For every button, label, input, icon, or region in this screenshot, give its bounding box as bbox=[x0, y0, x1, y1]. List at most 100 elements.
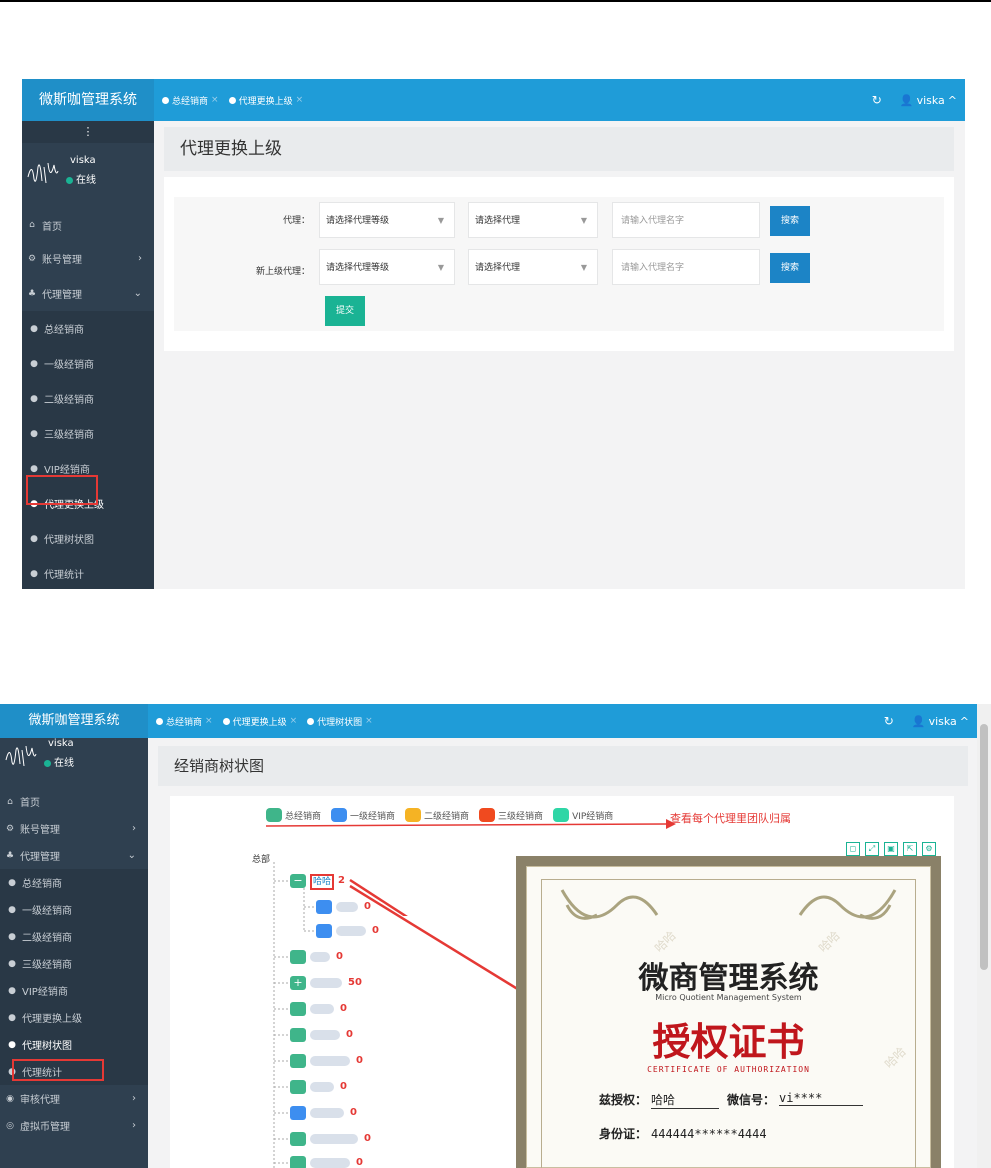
sidebar-item[interactable]: ● 二级经销商 bbox=[22, 381, 154, 416]
tab-label: 代理树状图 bbox=[317, 717, 363, 728]
redacted-name bbox=[310, 1030, 340, 1040]
sidebar-item[interactable]: ♣ 代理管理 ⌄ bbox=[22, 276, 154, 311]
superior-level-select[interactable]: 请选择代理等级 ▼ bbox=[319, 249, 455, 285]
redacted-name bbox=[310, 1158, 350, 1168]
refresh-icon[interactable]: ↻ bbox=[884, 714, 894, 728]
agent-level-select[interactable]: 请选择代理等级 ▼ bbox=[319, 202, 455, 238]
tab-item[interactable]: 总经销商 × bbox=[162, 94, 219, 107]
circle-icon: ● bbox=[30, 358, 38, 369]
tree-node[interactable] bbox=[290, 1156, 306, 1168]
tab-item[interactable]: 代理树状图 × bbox=[307, 715, 373, 728]
close-icon[interactable]: × bbox=[296, 95, 304, 105]
expand-node-icon[interactable]: + bbox=[290, 976, 306, 990]
coin-icon: ◎ bbox=[6, 1120, 14, 1131]
tree-node[interactable] bbox=[290, 1028, 306, 1042]
tree-node[interactable] bbox=[290, 950, 306, 964]
sidebar-item[interactable]: ● 总经销商 bbox=[0, 869, 148, 896]
search-button[interactable]: 搜索 bbox=[770, 253, 810, 283]
tab-circle-icon bbox=[156, 717, 163, 725]
gears-icon: ⚙ bbox=[5, 823, 15, 834]
tree-node-name[interactable]: 哈哈 bbox=[310, 874, 335, 890]
dropdown-arrow-icon: ▼ bbox=[437, 216, 444, 225]
sidebar-item[interactable]: ⚙ 账号管理 › bbox=[22, 241, 154, 276]
sidebar-item[interactable]: ● 三级经销商 bbox=[22, 416, 154, 451]
sidebar-item[interactable]: ● 代理树状图 bbox=[22, 521, 154, 556]
sitemap-icon: ♣ bbox=[5, 850, 15, 861]
redacted-name bbox=[310, 1056, 350, 1066]
agent-select[interactable]: 请选择代理 ▼ bbox=[468, 202, 598, 238]
collapse-node-icon[interactable]: − bbox=[290, 874, 306, 888]
sidebar-item[interactable]: ● 代理统计 bbox=[22, 556, 154, 589]
redacted-name bbox=[310, 952, 330, 962]
sidebar-item[interactable]: ◉ 审核代理 › bbox=[0, 1085, 148, 1112]
tab-item[interactable]: 代理更换上级 × bbox=[228, 94, 304, 107]
tab-label: 代理更换上级 bbox=[232, 717, 287, 728]
agent-label: 代理： bbox=[282, 216, 310, 226]
highlight-box bbox=[26, 475, 98, 505]
tree-node-count: 0 bbox=[350, 1107, 357, 1118]
home-icon: ⌂ bbox=[7, 796, 13, 807]
tab-item[interactable]: 代理更换上级 × bbox=[222, 715, 298, 728]
tree-node[interactable] bbox=[290, 1106, 306, 1120]
sidebar-item[interactable]: ● 一级经销商 bbox=[0, 896, 148, 923]
sidebar-item[interactable]: ● 二级经销商 bbox=[0, 923, 148, 950]
dropdown-arrow-icon: ▼ bbox=[580, 263, 587, 272]
top-right-tools: ↻ 👤 viska ^ bbox=[884, 704, 969, 738]
sidebar-item[interactable]: ◎ 虚拟币管理 › bbox=[0, 1112, 148, 1139]
user-name: viska bbox=[70, 155, 96, 166]
sidebar-item[interactable]: ● VIP经销商 bbox=[0, 977, 148, 1004]
sidebar-item[interactable]: ♣ 代理管理 ⌄ bbox=[0, 842, 148, 869]
close-icon[interactable]: × bbox=[205, 716, 213, 726]
sidebar-collapse-handle[interactable]: ⋮ bbox=[22, 121, 154, 143]
agent-name-input[interactable]: 请输入代理名字 bbox=[612, 202, 760, 238]
tree-node-count: 0 bbox=[364, 901, 371, 912]
scrollbar-thumb[interactable] bbox=[980, 724, 988, 970]
chevron-up-icon[interactable]: ^ bbox=[960, 715, 969, 728]
close-icon[interactable]: × bbox=[211, 95, 219, 105]
sidebar-item[interactable]: ⚙ 账号管理 › bbox=[0, 815, 148, 842]
sidebar-item[interactable]: ⌂ 首页 bbox=[22, 209, 154, 241]
superior-name-input[interactable]: 请输入代理名字 bbox=[612, 249, 760, 285]
close-icon[interactable]: × bbox=[290, 716, 298, 726]
close-icon[interactable]: × bbox=[365, 716, 373, 726]
online-dot-icon bbox=[44, 759, 51, 767]
page-scrollbar[interactable] bbox=[977, 704, 991, 1168]
sidebar-item[interactable]: ● 三级经销商 bbox=[0, 950, 148, 977]
sidebar-item[interactable]: ● 总经销商 bbox=[22, 311, 154, 346]
agent-level-select-value: 请选择代理等级 bbox=[326, 216, 390, 226]
user-status: 在线 bbox=[44, 754, 74, 769]
tab-circle-icon bbox=[228, 96, 236, 104]
main-content: 代理更换上级 代理： 请选择代理等级 ▼ 请选择代理 ▼ 请输入代理名字 搜索 新上… bbox=[154, 121, 965, 589]
ornament-right-icon bbox=[798, 889, 897, 920]
user-menu[interactable]: viska bbox=[929, 715, 957, 728]
user-menu[interactable]: viska bbox=[917, 94, 945, 107]
sidebar-item[interactable]: ● 代理更换上级 bbox=[0, 1004, 148, 1031]
sidebar-item[interactable]: ● 代理树状图 bbox=[0, 1031, 148, 1058]
sidebar-item-label: 审核代理 bbox=[20, 1095, 60, 1106]
tab-item[interactable]: 总经销商 × bbox=[156, 715, 213, 728]
tree-node[interactable] bbox=[290, 1132, 306, 1146]
superior-select[interactable]: 请选择代理 ▼ bbox=[468, 249, 598, 285]
chevron-down-icon: ⌄ bbox=[127, 850, 136, 861]
tree-node[interactable] bbox=[316, 924, 332, 938]
tree-node[interactable] bbox=[316, 900, 332, 914]
circle-icon: ● bbox=[8, 958, 16, 969]
sidebar-item[interactable]: ⌂ 首页 bbox=[0, 788, 148, 815]
signature-avatar bbox=[27, 162, 59, 184]
tree-node[interactable] bbox=[290, 1054, 306, 1068]
sidebar-item[interactable]: ● 一级经销商 bbox=[22, 346, 154, 381]
submit-button[interactable]: 提交 bbox=[325, 296, 365, 326]
user-icon: 👤 bbox=[911, 714, 926, 728]
chevron-right-icon: › bbox=[132, 1093, 136, 1104]
tree-node[interactable] bbox=[290, 1002, 306, 1016]
redacted-name bbox=[336, 926, 366, 936]
tab-label: 总经销商 bbox=[166, 717, 203, 728]
chevron-up-icon[interactable]: ^ bbox=[948, 94, 957, 107]
sidebar-item-label: 一级经销商 bbox=[22, 906, 72, 917]
tab-circle-icon bbox=[307, 717, 315, 725]
user-icon: 👤 bbox=[899, 93, 914, 107]
gears-icon: ⚙ bbox=[27, 253, 37, 264]
refresh-icon[interactable]: ↻ bbox=[872, 93, 882, 107]
tree-node[interactable] bbox=[290, 1080, 306, 1094]
search-button[interactable]: 搜索 bbox=[770, 206, 810, 236]
